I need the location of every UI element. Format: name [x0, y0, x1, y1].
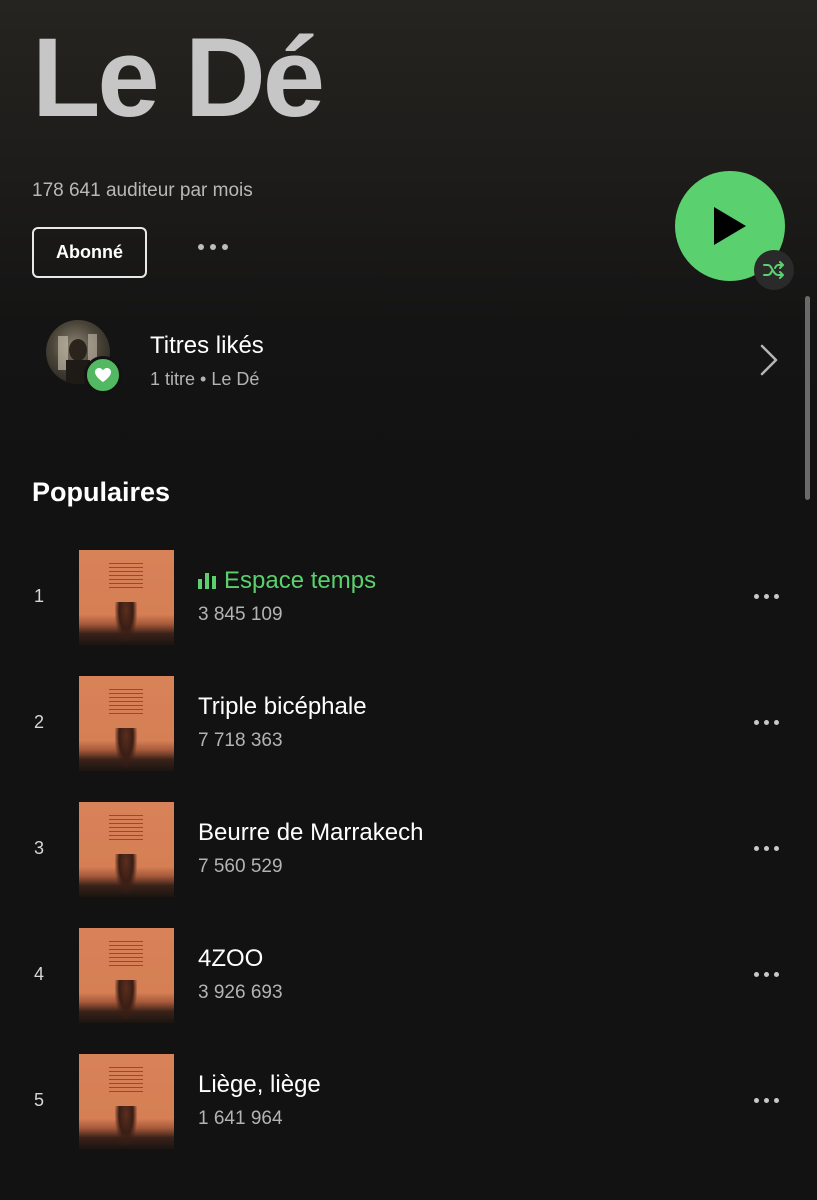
- liked-songs-subtitle: 1 titre • Le Dé: [150, 369, 260, 389]
- more-dot: [774, 846, 779, 851]
- artist-page: Le Dé 178 641 auditeur par mois Abonné T…: [0, 0, 817, 1200]
- track-row[interactable]: 4 4ZOO 3 926 693: [0, 928, 817, 1024]
- shuffle-button[interactable]: [754, 250, 794, 290]
- more-horizontal-icon: [754, 720, 759, 725]
- track-more-button[interactable]: [754, 720, 779, 725]
- track-rank: 1: [34, 586, 45, 606]
- play-icon: [714, 207, 746, 245]
- album-cover: [79, 550, 174, 645]
- track-plays: 3 926 693: [198, 982, 283, 1003]
- more-dot: [764, 1098, 769, 1103]
- track-rank: 3: [34, 838, 45, 858]
- album-cover: [79, 802, 174, 897]
- cover-figure: [115, 1106, 137, 1146]
- album-cover: [79, 928, 174, 1023]
- track-row[interactable]: 5 Liège, liège 1 641 964: [0, 1054, 817, 1150]
- chevron-right-icon: [760, 344, 778, 376]
- cover-figure: [115, 980, 137, 1020]
- track-title: 4ZOO: [198, 945, 264, 972]
- track-rank: 5: [34, 1090, 45, 1110]
- track-row[interactable]: 3 Beurre de Marrakech 7 560 529: [0, 802, 817, 898]
- track-plays: 1 641 964: [198, 1108, 283, 1129]
- cover-text: [109, 563, 143, 591]
- track-rank: 2: [34, 712, 45, 732]
- more-dot: [764, 972, 769, 977]
- more-dot: [210, 244, 216, 250]
- track-title: Liège, liège: [198, 1071, 321, 1098]
- album-cover: [79, 676, 174, 771]
- liked-songs-title: Titres likés: [150, 332, 264, 359]
- more-dot: [222, 244, 228, 250]
- track-rank: 4: [34, 964, 45, 984]
- scrollbar[interactable]: [805, 296, 810, 500]
- popular-section-title: Populaires: [32, 477, 171, 507]
- more-horizontal-icon: [754, 1098, 759, 1103]
- more-horizontal-icon: [754, 972, 759, 977]
- album-cover: [79, 1054, 174, 1149]
- cover-text: [109, 815, 143, 843]
- artist-name: Le Dé: [32, 15, 325, 140]
- eq-bar: [205, 573, 209, 589]
- more-dot: [764, 846, 769, 851]
- track-title: Beurre de Marrakech: [198, 819, 424, 846]
- cover-text: [109, 941, 143, 969]
- cover-figure: [115, 854, 137, 894]
- track-row[interactable]: 2 Triple bicéphale 7 718 363: [0, 676, 817, 772]
- follow-button[interactable]: Abonné: [32, 227, 147, 278]
- track-plays: 3 845 109: [198, 604, 283, 625]
- monthly-listeners: 178 641 auditeur par mois: [32, 180, 253, 201]
- more-dot: [774, 1098, 779, 1103]
- liked-badge: [84, 356, 122, 394]
- more-dot: [764, 720, 769, 725]
- cover-figure: [115, 728, 137, 768]
- track-row[interactable]: 1 Espace temps 3 845 109: [0, 550, 817, 646]
- track-plays: 7 718 363: [198, 730, 283, 751]
- more-horizontal-icon: [754, 846, 759, 851]
- track-more-button[interactable]: [754, 972, 779, 977]
- artist-more-options-button[interactable]: [198, 244, 228, 250]
- cover-figure: [115, 602, 137, 642]
- cover-text: [109, 689, 143, 717]
- more-dot: [774, 972, 779, 977]
- track-more-button[interactable]: [754, 846, 779, 851]
- track-more-button[interactable]: [754, 1098, 779, 1103]
- track-title: Espace temps: [198, 567, 376, 595]
- more-horizontal-icon: [754, 594, 759, 599]
- liked-songs-row[interactable]: Titres likés 1 titre • Le Dé: [46, 318, 786, 398]
- track-more-button[interactable]: [754, 594, 779, 599]
- more-dot: [774, 720, 779, 725]
- eq-bar: [212, 576, 216, 589]
- track-title-text: Espace temps: [224, 567, 377, 594]
- track-plays: 7 560 529: [198, 856, 283, 877]
- track-title: Triple bicéphale: [198, 693, 367, 720]
- shuffle-icon: [763, 261, 784, 279]
- cover-text: [109, 1067, 143, 1095]
- more-dot: [774, 594, 779, 599]
- more-dot: [764, 594, 769, 599]
- more-horizontal-icon: [198, 244, 204, 250]
- eq-bar: [198, 579, 202, 589]
- heart-icon: [95, 368, 111, 382]
- equalizer-icon: [198, 573, 216, 589]
